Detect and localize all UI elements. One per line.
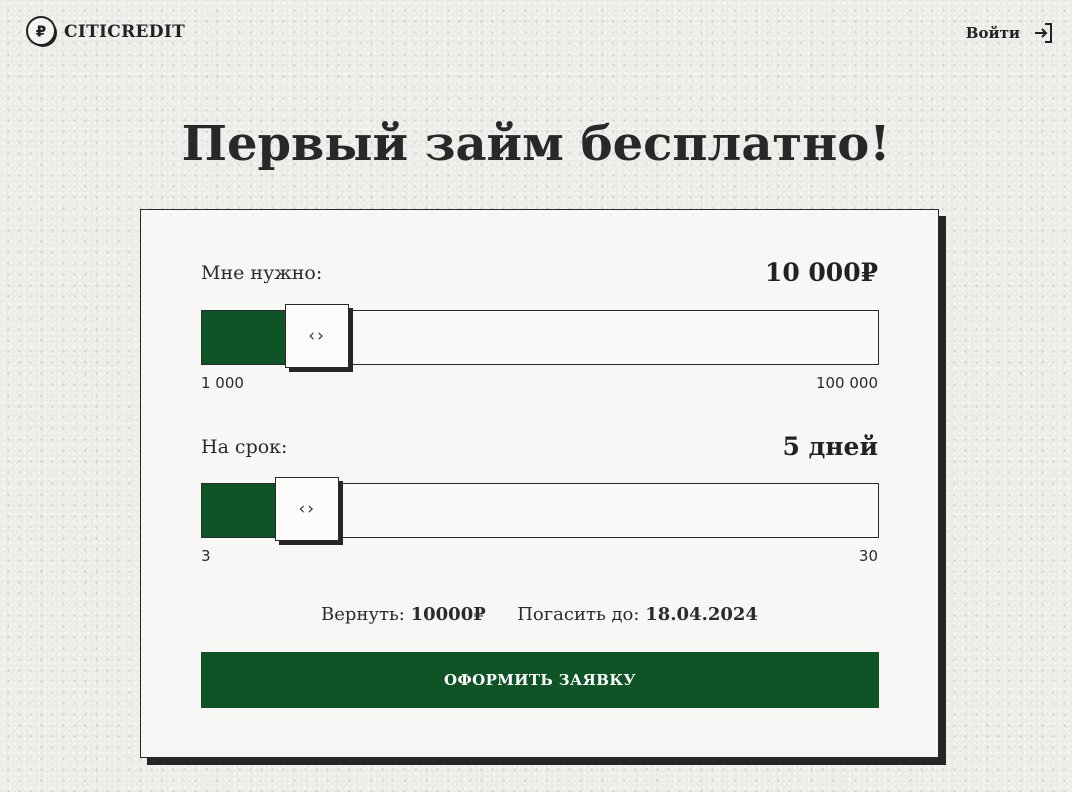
due-date-label: Погасить до: (517, 604, 640, 625)
term-slider-handle[interactable]: ‹› (275, 477, 340, 541)
amount-value: 10 000₽ (764, 258, 878, 287)
amount-label: Мне нужно: (201, 262, 323, 284)
term-min-label: 3 (201, 547, 211, 565)
term-slider-fill (202, 484, 278, 537)
term-max-label: 30 (858, 547, 878, 565)
amount-max-label: 100 000 (815, 374, 878, 392)
amount-slider[interactable]: ‹› (201, 304, 879, 368)
return-value: 10000₽ (410, 604, 486, 625)
login-link[interactable]: Войти (966, 22, 1054, 44)
chevrons-horizontal-icon: ‹› (308, 326, 326, 346)
login-label: Войти (965, 24, 1020, 42)
term-value: 5 дней (782, 432, 878, 461)
page-title: Первый займ бесплатно! (181, 116, 891, 172)
brand-name: CITICREDIT (64, 22, 186, 42)
term-label: На срок: (201, 436, 288, 458)
ruble-coin-icon: ₽ (26, 16, 57, 47)
site-header: ₽ CITICREDIT Войти (0, 0, 1072, 66)
svg-text:₽: ₽ (36, 23, 46, 41)
amount-slider-handle[interactable]: ‹› (285, 304, 350, 368)
return-label: Вернуть: (321, 604, 405, 625)
term-slider[interactable]: ‹› (201, 477, 879, 541)
login-arrow-icon (1035, 23, 1052, 43)
chevrons-horizontal-icon: ‹› (298, 499, 317, 519)
loan-calculator-card: Мне нужно: 10 000₽ ‹› 1 000 100 000 На с… (140, 209, 939, 758)
submit-application-button[interactable]: ОФОРМИТЬ ЗАЯВКУ (201, 652, 879, 708)
brand-logo[interactable]: ₽ CITICREDIT (26, 16, 185, 48)
due-date-value: 18.04.2024 (645, 604, 758, 625)
loan-summary: Вернуть: 10000₽ Погасить до: 18.04.2024 (141, 604, 938, 625)
amount-min-label: 1 000 (201, 374, 244, 392)
amount-slider-fill (202, 311, 288, 364)
